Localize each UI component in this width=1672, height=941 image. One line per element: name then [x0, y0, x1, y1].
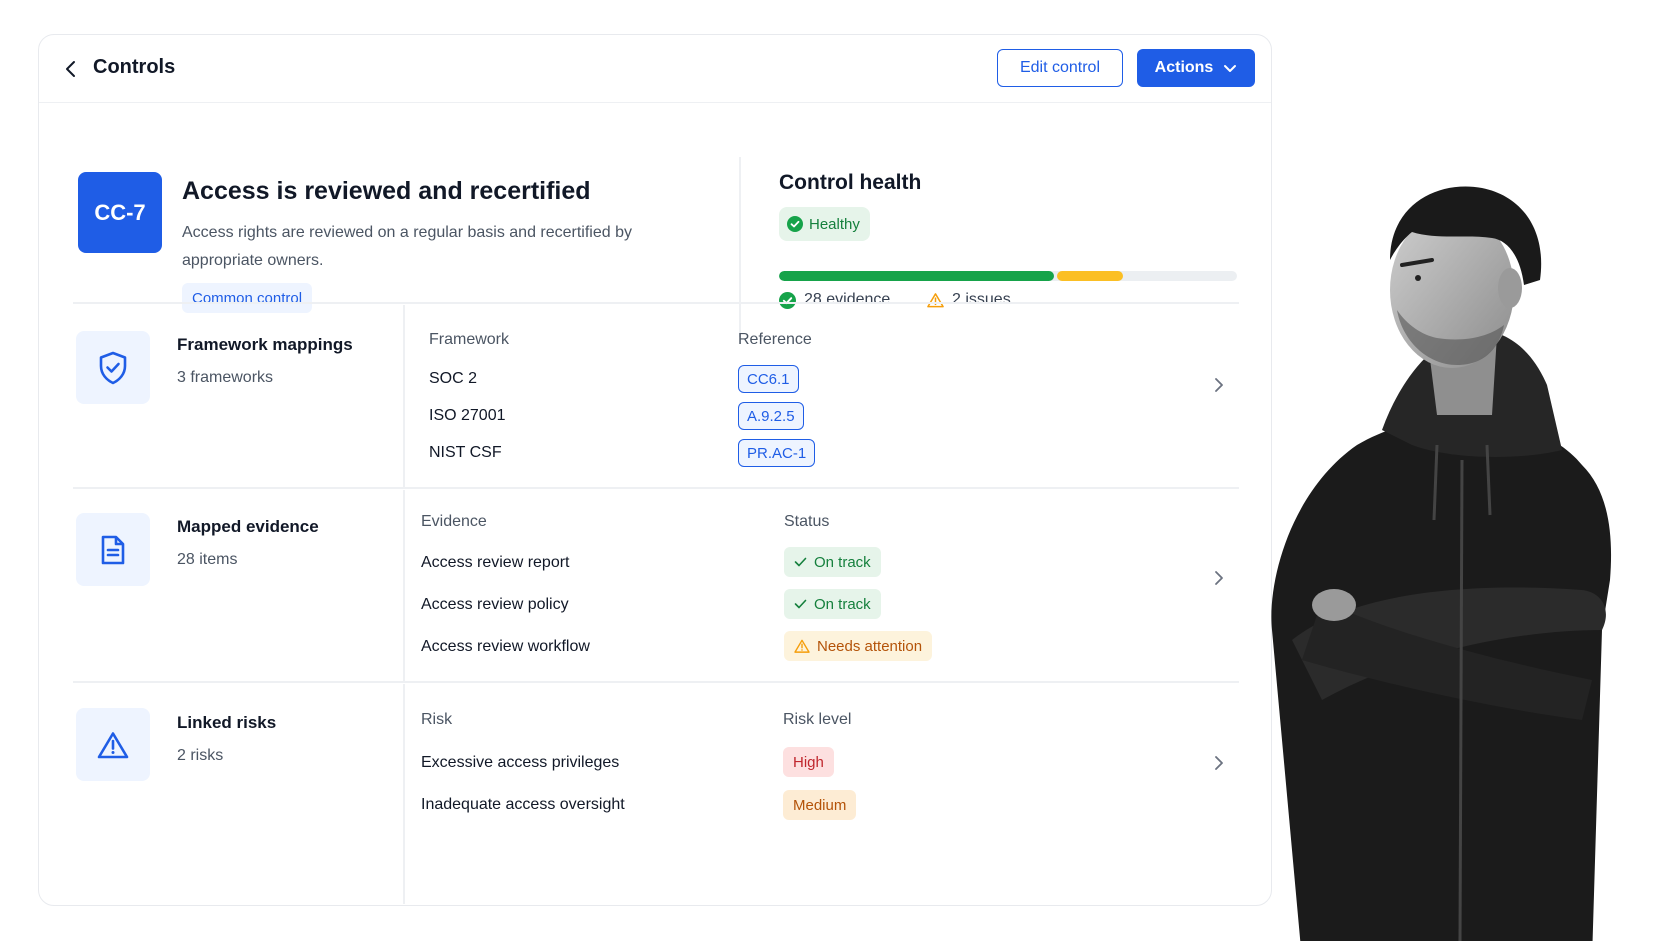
health-status-badge: Healthy — [779, 207, 870, 241]
warning-triangle-icon — [97, 731, 129, 758]
edit-control-button[interactable]: Edit control — [997, 49, 1123, 87]
reference-chip[interactable]: A.9.2.5 — [738, 402, 804, 430]
evidence-stat: 28 evidence — [779, 291, 890, 309]
risk-level-badge: Medium — [783, 790, 857, 820]
warning-icon — [927, 293, 944, 308]
issues-stat: 2 issues — [927, 291, 1011, 309]
check-icon — [794, 599, 807, 609]
linked-risks-count: 2 risks — [177, 747, 224, 764]
column-divider — [403, 684, 405, 904]
chevron-right-icon — [1215, 378, 1223, 392]
status-label: On track — [814, 595, 871, 613]
risk-level-badge: High — [783, 747, 834, 777]
hero-divider — [739, 157, 741, 337]
shield-check-icon — [99, 351, 127, 384]
control-summary: CC-7 Access is reviewed and recertified … — [39, 105, 1271, 357]
chevron-down-icon — [1224, 64, 1237, 72]
health-status-label: Healthy — [809, 215, 860, 233]
control-detail-card: Controls Edit control Actions CC-7 Acces… — [38, 34, 1272, 906]
person-photo — [1271, 186, 1612, 941]
reference-chip[interactable]: PR.AC-1 — [738, 439, 816, 467]
status-badge: Needs attention — [784, 631, 933, 661]
check-circle-icon — [787, 216, 803, 232]
evidence-name: Access review policy — [421, 596, 569, 613]
risks-section-icon-box — [76, 708, 150, 781]
control-health-title: Control health — [779, 171, 922, 194]
issues-count: 2 issues — [952, 291, 1011, 308]
risk-level-column-header: Risk level — [783, 711, 852, 728]
risks-expand-chevron[interactable] — [1209, 753, 1229, 773]
evidence-name: Access review workflow — [421, 638, 590, 655]
status-label: On track — [814, 553, 871, 571]
evidence-section-icon-box — [76, 513, 150, 586]
control-description: Access rights are reviewed on a regular … — [182, 224, 632, 269]
check-icon — [794, 557, 807, 567]
framework-column-header: Framework — [429, 331, 510, 348]
evidence-expand-chevron[interactable] — [1209, 568, 1229, 588]
evidence-column-header: Evidence — [421, 513, 487, 530]
framework-expand-chevron[interactable] — [1209, 375, 1229, 395]
column-divider — [403, 490, 405, 682]
health-progress-bar — [779, 271, 1237, 281]
linked-risks-title: Linked risks — [177, 713, 277, 732]
warning-icon — [794, 639, 810, 653]
framework-section-icon-box — [76, 331, 150, 404]
back-button[interactable] — [59, 57, 83, 81]
chevron-right-icon — [1215, 571, 1223, 585]
status-column-header: Status — [784, 513, 830, 530]
reference-chip[interactable]: CC6.1 — [738, 365, 799, 393]
framework-name: ISO 27001 — [429, 407, 506, 424]
status-label: Needs attention — [817, 637, 923, 655]
section-divider — [73, 681, 1239, 683]
status-badge: On track — [784, 547, 881, 577]
mapped-evidence-title: Mapped evidence — [177, 517, 319, 536]
control-code-badge: CC-7 — [78, 172, 162, 253]
status-badge: On track — [784, 589, 881, 619]
issues-progress-segment — [1057, 271, 1123, 281]
reference-column-header: Reference — [738, 331, 812, 348]
document-icon — [101, 535, 125, 564]
column-divider — [403, 305, 405, 488]
actions-button[interactable]: Actions — [1137, 49, 1255, 87]
evidence-progress-segment — [779, 271, 1054, 281]
chevron-left-icon — [66, 61, 75, 77]
framework-mappings-count: 3 frameworks — [177, 369, 274, 386]
common-control-tag: Common control — [182, 283, 313, 313]
top-bar: Controls Edit control Actions — [39, 35, 1271, 103]
framework-name: NIST CSF — [429, 444, 502, 461]
breadcrumb-controls[interactable]: Controls — [93, 56, 175, 79]
risk-column-header: Risk — [421, 711, 453, 728]
risk-name: Inadequate access oversight — [421, 796, 625, 813]
section-divider — [73, 487, 1239, 489]
framework-name: SOC 2 — [429, 370, 478, 387]
chevron-right-icon — [1215, 756, 1223, 770]
actions-label: Actions — [1154, 59, 1214, 76]
section-divider — [73, 302, 1239, 304]
framework-mappings-title: Framework mappings — [177, 335, 353, 354]
control-title: Access is reviewed and recertified — [182, 177, 591, 205]
evidence-name: Access review report — [421, 554, 570, 571]
evidence-count: 28 evidence — [804, 291, 891, 308]
risk-name: Excessive access privileges — [421, 754, 620, 771]
mapped-evidence-count: 28 items — [177, 551, 238, 568]
check-circle-icon — [779, 291, 796, 309]
